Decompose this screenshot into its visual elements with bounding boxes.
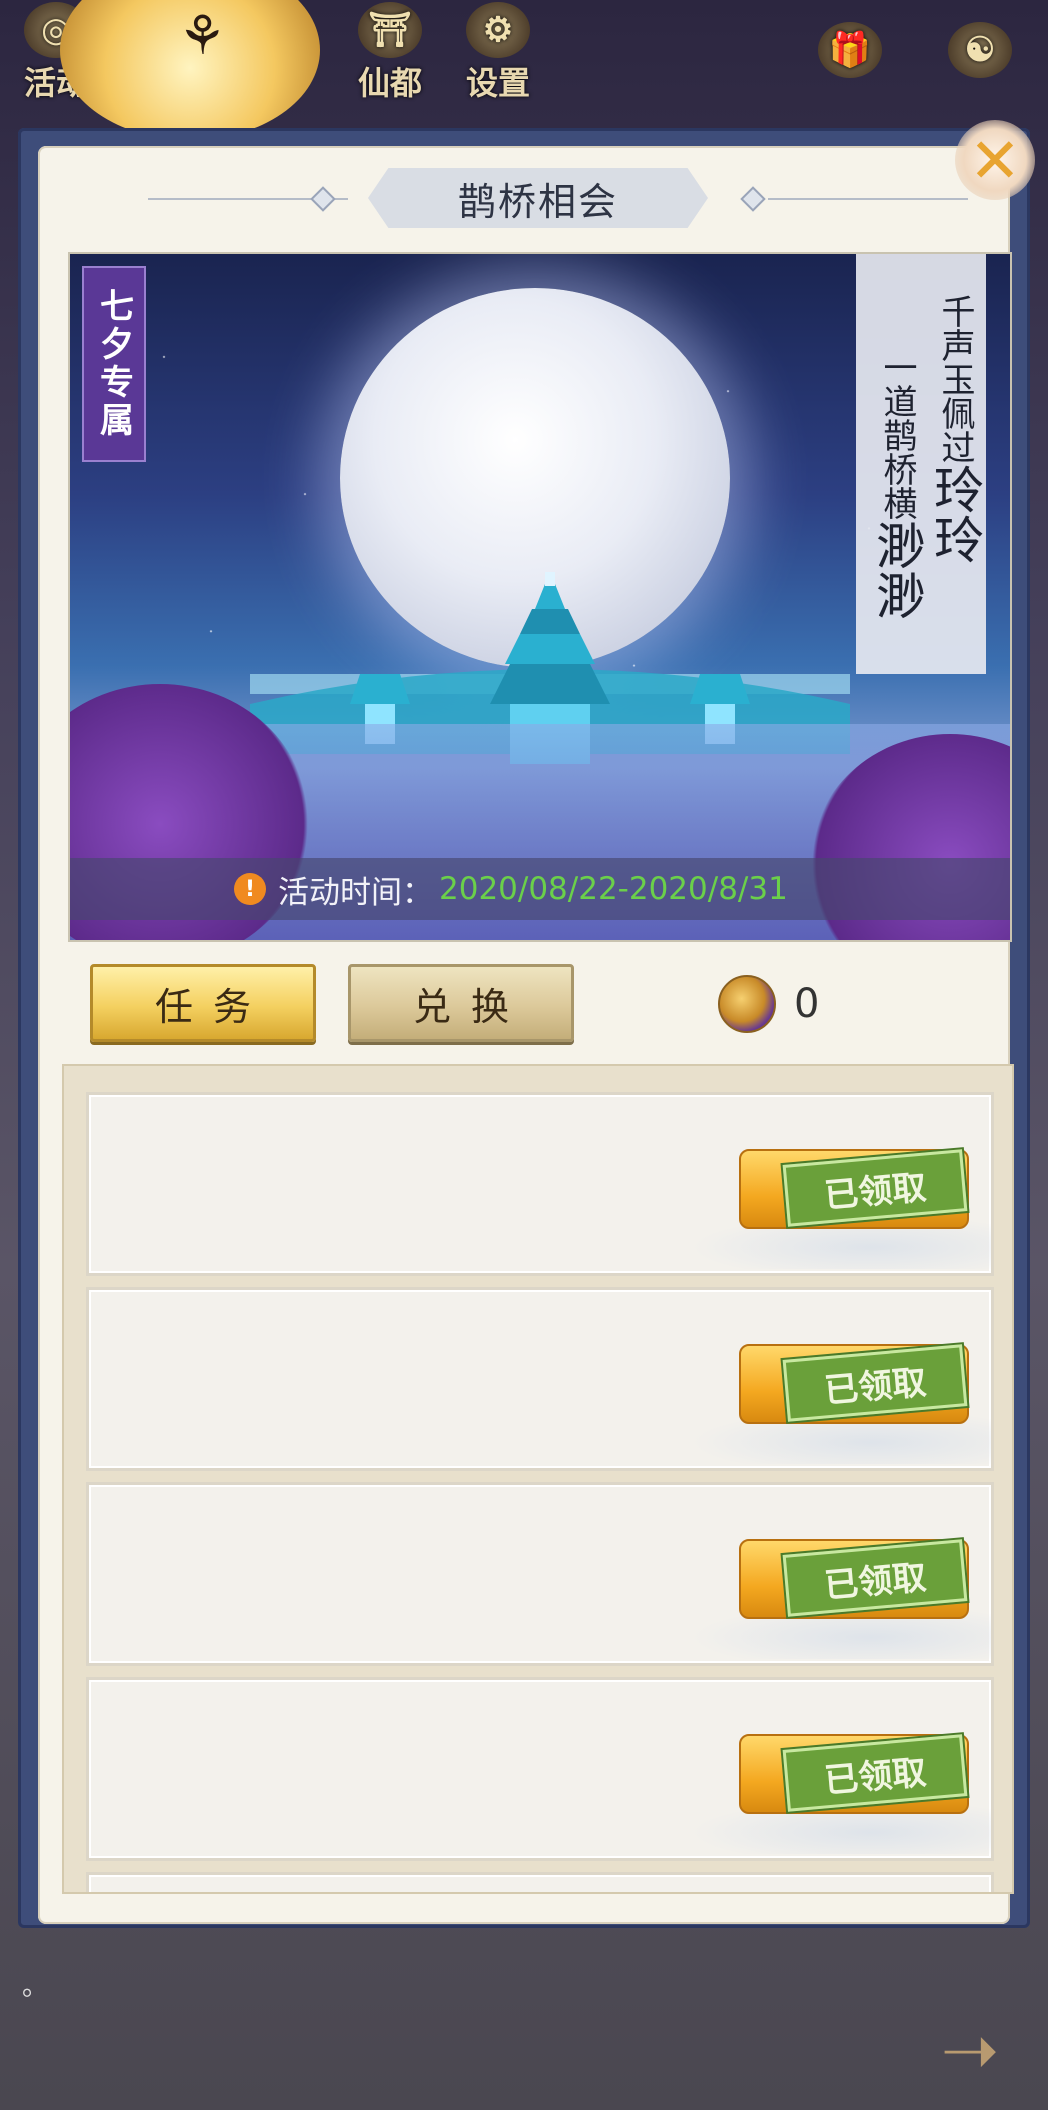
event-banner: 七夕专属 千声玉佩过玲玲 一道鹊桥横渺渺 ! 活动时间： 2020/08/22-… (68, 252, 1012, 942)
event-time-label: 活动时间： (278, 874, 433, 911)
currency-count: 0 (794, 981, 820, 1027)
task-row: 已领取 (86, 1677, 994, 1861)
close-icon: ✕ (969, 123, 1021, 197)
task-list[interactable]: 已领取 已领取 已领取 已领取 (62, 1064, 1014, 1894)
top-bar: ◎ 活动 ⚘ ⛩ 仙都 ⚙ 设置 🎁 ☯ (0, 0, 1048, 140)
close-button[interactable]: ✕ (955, 120, 1035, 200)
tab-exchange[interactable]: 兑换 (348, 964, 574, 1042)
top-ranking-button[interactable]: ☯ (930, 20, 1030, 130)
claimed-button[interactable]: 已领取 (739, 1539, 969, 1619)
poem-line-1: 千声玉佩过玲玲 (926, 294, 984, 564)
top-settings-button[interactable]: ⚙ 设置 (448, 0, 548, 110)
task-row-partial (86, 1872, 994, 1892)
event-time-bar: ! 活动时间： 2020/08/22-2020/8/31 (70, 858, 1010, 920)
title-diamond-right (740, 186, 766, 212)
title-diamond-left (310, 186, 336, 212)
magpie-coin-icon (718, 975, 776, 1033)
dialogue-fragment: 。 (22, 1972, 49, 2002)
qixi-event-badge[interactable]: ⚘ (60, 0, 320, 140)
claimed-button[interactable]: 已领取 (739, 1149, 969, 1229)
task-row: 已领取 (86, 1287, 994, 1471)
tab-tasks[interactable]: 任务 (90, 964, 316, 1042)
claimed-button[interactable]: 已领取 (739, 1344, 969, 1424)
next-arrow-icon[interactable]: ➝ (910, 2015, 1030, 2085)
city-icon: ⛩ (358, 2, 422, 58)
qixi-exclusive-tag: 七夕专属 (82, 266, 146, 462)
top-share-gift-button[interactable]: 🎁 (800, 20, 900, 130)
panel-title: 鹊桥相会 (368, 168, 708, 228)
ranking-icon: ☯ (948, 22, 1012, 78)
poem-plate: 千声玉佩过玲玲 一道鹊桥横渺渺 (856, 254, 986, 674)
warning-icon: ! (234, 873, 266, 905)
gift-icon: 🎁 (818, 22, 882, 78)
couple-silhouette-icon: ⚘ (178, 4, 227, 67)
currency-display: 0 (718, 974, 819, 1034)
poem-line-2: 一道鹊桥横渺渺 (868, 350, 926, 620)
panel-header: 鹊桥相会 (38, 168, 1010, 228)
gear-icon: ⚙ (466, 2, 530, 58)
task-row: 已领取 (86, 1092, 994, 1276)
task-row: 已领取 (86, 1482, 994, 1666)
event-time-value: 2020/08/22-2020/8/31 (439, 871, 788, 907)
claimed-button[interactable]: 已领取 (739, 1734, 969, 1814)
top-city-button[interactable]: ⛩ 仙都 (340, 0, 440, 110)
title-divider-right (768, 198, 968, 200)
